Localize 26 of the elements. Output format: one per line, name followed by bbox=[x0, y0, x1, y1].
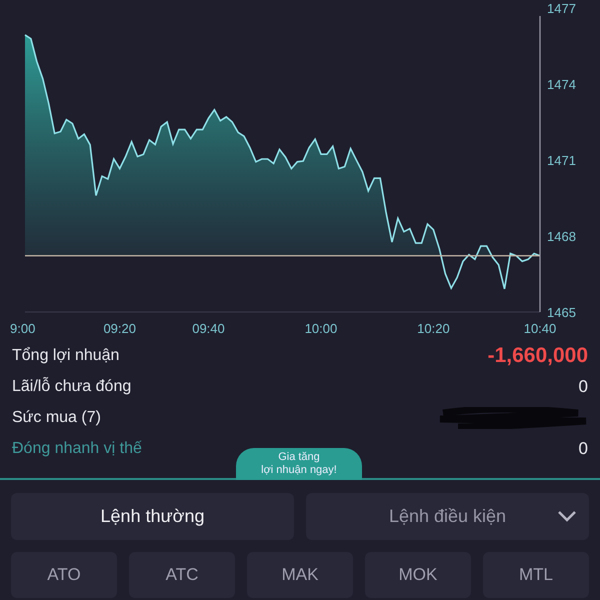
axis-label: 1474 bbox=[547, 77, 576, 92]
axis-label: 1471 bbox=[547, 153, 576, 168]
order-tab[interactable]: Lệnh điều kiện bbox=[306, 493, 589, 540]
axis-label: 1468 bbox=[547, 229, 576, 244]
summary-value: 0 bbox=[578, 438, 588, 458]
axis-label: 9:00 bbox=[10, 321, 36, 336]
summary-label: Sức mua (7) bbox=[12, 408, 101, 426]
axis-label: 10:40 bbox=[524, 321, 556, 336]
order-type-button[interactable]: MTL bbox=[483, 552, 589, 598]
order-tab[interactable]: Lệnh thường bbox=[11, 493, 294, 540]
order-type-button[interactable]: ATC bbox=[129, 552, 235, 598]
order-type-button[interactable]: MAK bbox=[247, 552, 353, 598]
axis-label: 1477 bbox=[547, 1, 576, 16]
summary-label: Lãi/lỗ chưa đóng bbox=[12, 378, 132, 396]
axis-label: 10:20 bbox=[417, 321, 450, 336]
summary-label: Tổng lợi nhuận bbox=[12, 346, 120, 364]
summary-value: 0 bbox=[578, 376, 588, 396]
promo-tab[interactable]: Gia tăng lợi nhuận ngay! bbox=[236, 448, 362, 480]
summary-value: -1,660,000 bbox=[488, 344, 588, 368]
summary-label[interactable]: Đóng nhanh vị thế bbox=[12, 440, 142, 458]
axis-label: 10:00 bbox=[304, 321, 338, 336]
order-type-button[interactable]: MOK bbox=[365, 552, 471, 598]
axis-label: 09:20 bbox=[103, 321, 136, 336]
axis-label: 1465 bbox=[547, 305, 576, 320]
axis-label: 09:40 bbox=[192, 321, 225, 336]
order-type-button[interactable]: ATO bbox=[11, 552, 117, 598]
